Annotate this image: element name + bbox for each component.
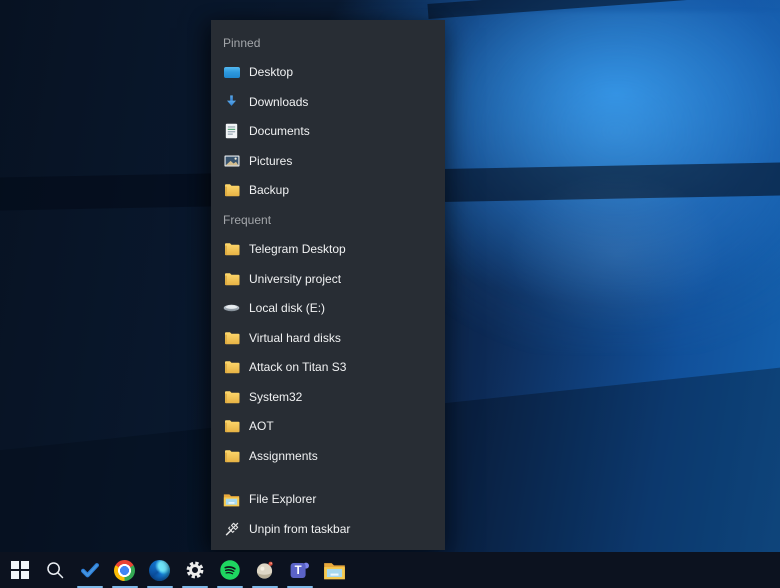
downloads-icon bbox=[223, 93, 240, 110]
jumplist-item-label: File Explorer bbox=[249, 492, 316, 506]
jumplist-item-label: Telegram Desktop bbox=[249, 242, 346, 256]
jumplist-item-local-disk-e[interactable]: Local disk (E:) bbox=[211, 294, 445, 324]
chrome-icon bbox=[114, 560, 135, 581]
jumplist-section-header: Frequent bbox=[211, 205, 445, 235]
jumplist-item-file-explorer[interactable]: File Explorer bbox=[211, 485, 445, 515]
jumplist-item-assignments[interactable]: Assignments bbox=[211, 441, 445, 471]
folder-icon bbox=[223, 329, 240, 346]
jumplist-item-telegram-desktop[interactable]: Telegram Desktop bbox=[211, 235, 445, 265]
pictures-icon bbox=[223, 152, 240, 169]
taskbar-file-explorer-button[interactable] bbox=[317, 552, 352, 588]
jumplist-item-system32[interactable]: System32 bbox=[211, 382, 445, 412]
jumplist-item-label: Desktop bbox=[249, 65, 293, 79]
frequent-header-label: Frequent bbox=[223, 213, 271, 227]
unpin-icon bbox=[223, 520, 240, 537]
jumplist-item-label: Downloads bbox=[249, 95, 308, 109]
taskbar-spotify-button[interactable] bbox=[212, 552, 247, 588]
jumplist-item-backup[interactable]: Backup bbox=[211, 176, 445, 206]
jumplist-item-documents[interactable]: Documents bbox=[211, 117, 445, 147]
jumplist-item-virtual-hard-disks[interactable]: Virtual hard disks bbox=[211, 323, 445, 353]
taskbar-edge-button[interactable] bbox=[142, 552, 177, 588]
taskbar-todo-button[interactable] bbox=[72, 552, 107, 588]
jumplist-item-unpin[interactable]: Unpin from taskbar bbox=[211, 514, 445, 544]
file-explorer-icon bbox=[323, 560, 346, 580]
planet-app-icon bbox=[254, 559, 276, 581]
wallpaper-smoke bbox=[499, 165, 733, 341]
disk-icon bbox=[223, 300, 240, 317]
jumplist-item-label: Local disk (E:) bbox=[249, 301, 325, 315]
windows-start-icon bbox=[11, 561, 29, 579]
jumplist-item-pictures[interactable]: Pictures bbox=[211, 146, 445, 176]
svg-text:T: T bbox=[294, 565, 301, 577]
jumplist-item-university-project[interactable]: University project bbox=[211, 264, 445, 294]
jumplist-item-downloads[interactable]: Downloads bbox=[211, 87, 445, 117]
teams-icon: T bbox=[289, 559, 311, 581]
spotify-icon bbox=[219, 559, 241, 581]
todo-check-icon bbox=[79, 559, 101, 581]
jumplist-section-header: Pinned bbox=[211, 28, 445, 58]
taskbar-planet-app-button[interactable] bbox=[247, 552, 282, 588]
taskbar-chrome-button[interactable] bbox=[107, 552, 142, 588]
taskbar-settings-button[interactable] bbox=[177, 552, 212, 588]
taskbar-search-button[interactable] bbox=[37, 552, 72, 588]
jumplist-item-aot[interactable]: AOT bbox=[211, 412, 445, 442]
jumplist-item-label: Attack on Titan S3 bbox=[249, 360, 346, 374]
jumplist-item-label: Assignments bbox=[249, 449, 318, 463]
settings-gear-icon bbox=[184, 559, 206, 581]
jumplist-tasks-section: File Explorer Unpin from taskbar bbox=[211, 485, 445, 544]
taskbar-teams-button[interactable]: T bbox=[282, 552, 317, 588]
folder-icon bbox=[223, 359, 240, 376]
jumplist-item-label: Unpin from taskbar bbox=[249, 522, 350, 536]
jumplist-item-label: Virtual hard disks bbox=[249, 331, 341, 345]
file-explorer-icon bbox=[223, 491, 240, 508]
documents-icon bbox=[223, 123, 240, 140]
folder-icon bbox=[223, 270, 240, 287]
file-explorer-jumplist: Pinned Desktop Downloads Documents Pictu… bbox=[211, 20, 445, 550]
folder-icon bbox=[223, 418, 240, 435]
jumplist-item-label: Documents bbox=[249, 124, 310, 138]
taskbar: T bbox=[0, 552, 780, 588]
search-icon bbox=[45, 560, 65, 580]
edge-icon bbox=[149, 560, 170, 581]
desktop-icon bbox=[223, 64, 240, 81]
jumplist-item-label: AOT bbox=[249, 419, 274, 433]
folder-icon bbox=[223, 241, 240, 258]
jumplist-item-attack-on-titan-s3[interactable]: Attack on Titan S3 bbox=[211, 353, 445, 383]
start-button[interactable] bbox=[2, 552, 37, 588]
folder-icon bbox=[223, 182, 240, 199]
folder-icon bbox=[223, 447, 240, 464]
jumplist-item-label: Backup bbox=[249, 183, 289, 197]
jumplist-item-label: System32 bbox=[249, 390, 302, 404]
jumplist-item-label: Pictures bbox=[249, 154, 292, 168]
jumplist-item-desktop[interactable]: Desktop bbox=[211, 58, 445, 88]
folder-icon bbox=[223, 388, 240, 405]
pinned-header-label: Pinned bbox=[223, 36, 260, 50]
jumplist-item-label: University project bbox=[249, 272, 341, 286]
